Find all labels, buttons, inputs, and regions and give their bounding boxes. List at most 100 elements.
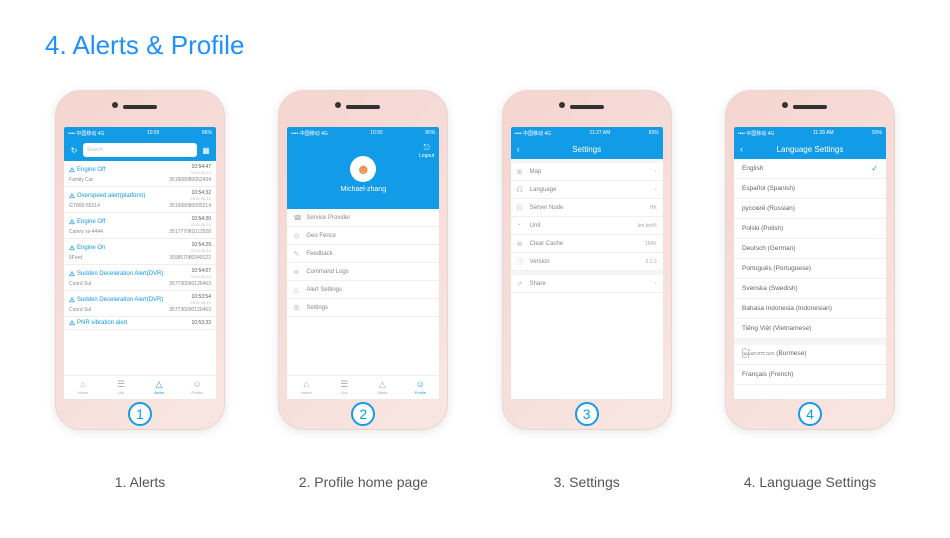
tab-alerts[interactable]: △Alerts xyxy=(363,376,401,399)
alert-id: 351777081012528 xyxy=(169,229,211,235)
language-item[interactable]: English ✓ xyxy=(734,159,886,179)
language-label: Português (Portuguese) xyxy=(742,265,811,272)
search-input[interactable]: Search xyxy=(83,143,197,157)
alert-device: Coord Sul xyxy=(69,281,91,287)
warning-icon xyxy=(69,245,75,251)
back-button[interactable]: ‹ xyxy=(517,144,520,154)
menu-label: Geo Fence xyxy=(306,233,336,239)
warning-icon xyxy=(69,193,75,199)
settings-item[interactable]: ⊡Server NodeHK xyxy=(511,199,663,217)
tab-home[interactable]: ⌂Home xyxy=(287,376,325,399)
language-item[interactable]: Polski (Polish) xyxy=(734,219,886,239)
caption-2: 2. Profile home page xyxy=(299,474,428,490)
language-item[interactable]: Deutsch (German) xyxy=(734,239,886,259)
settings-label: Version xyxy=(530,259,550,265)
nav-title: Language Settings xyxy=(777,145,844,154)
tab-label: List xyxy=(341,390,347,395)
alert-device: 5Ford xyxy=(69,255,82,261)
alert-id: 351608080052434 xyxy=(169,177,211,183)
alert-title: Engine Off xyxy=(77,219,105,225)
menu-item[interactable]: ≣Command Logs xyxy=(287,263,439,281)
tab-label: Alerts xyxy=(154,390,164,395)
tab-icon: △ xyxy=(156,380,163,389)
alert-id: 359857080349122 xyxy=(169,255,211,261)
menu-icon: ⊞ xyxy=(517,168,525,176)
language-label: Français (French) xyxy=(742,371,793,378)
caption-3: 3. Settings xyxy=(554,474,620,490)
language-item[interactable]: Español (Spanish) xyxy=(734,179,886,199)
back-button[interactable]: ‹ xyxy=(740,144,743,154)
settings-item[interactable]: ⊗Clear Cache166K xyxy=(511,235,663,253)
language-item[interactable]: Português (Portuguese) xyxy=(734,259,886,279)
menu-icon: ☊ xyxy=(517,186,525,194)
language-item[interactable]: русский (Russian) xyxy=(734,199,886,219)
tab-home[interactable]: ⌂Home xyxy=(64,376,102,399)
menu-icon: ◎ xyxy=(293,232,301,240)
alert-device: Coord Sul xyxy=(69,307,91,313)
alert-item[interactable]: Engine Off10:54:302019-05-10Camry xs-444… xyxy=(64,213,216,239)
refresh-icon[interactable]: ↻ xyxy=(68,146,80,155)
nav-title: Settings xyxy=(572,145,601,154)
calendar-icon[interactable]: ▦ xyxy=(200,146,212,155)
alert-device: Camry xs-4444 xyxy=(69,229,103,235)
tab-label: Home xyxy=(78,390,89,395)
logout-icon: ⎋ xyxy=(419,143,434,153)
alert-date: 2019-05-10 xyxy=(191,170,211,175)
phone-number-badge: 2 xyxy=(351,402,375,426)
menu-item[interactable]: ✎Feedback xyxy=(287,245,439,263)
language-item[interactable]: Bahasa Indonesia (Indonesian) xyxy=(734,299,886,319)
caption-4: 4. Language Settings xyxy=(744,474,876,490)
avatar[interactable]: ☻ xyxy=(350,156,376,182)
profile-menu: ☎Service Provider ◎ Geo Fence ✎Feedback≣Com… xyxy=(287,209,439,375)
alert-item[interactable]: PNR vibration alert10:53:33 xyxy=(64,317,216,330)
tab-list[interactable]: ☰List xyxy=(325,376,363,399)
alert-item[interactable]: Engine On10:54:292019-05-105Ford35985708… xyxy=(64,239,216,265)
menu-item[interactable]: ☎Service Provider xyxy=(287,209,439,227)
settings-item[interactable]: ⊞Map› xyxy=(511,163,663,181)
tab-profile[interactable]: ☺Profile xyxy=(178,376,216,399)
tab-icon: △ xyxy=(379,380,386,389)
alert-title: Overspeed alert(platform) xyxy=(77,193,145,199)
alert-id: 357730090126463 xyxy=(169,281,211,287)
phone-number-badge: 1 xyxy=(128,402,152,426)
alert-title: Sudden Deceleration Alert(DVR) xyxy=(77,271,163,277)
settings-item[interactable]: ↗Share› xyxy=(511,275,663,293)
menu-icon: ⊡ xyxy=(517,204,525,212)
language-label: English xyxy=(742,165,763,172)
chevron-right-icon: › xyxy=(655,281,657,287)
nav-bar: ‹ Settings xyxy=(511,139,663,159)
settings-label: Share xyxy=(530,281,546,287)
alert-item[interactable]: Sudden Deceleration Alert(DVR)10:54:0720… xyxy=(64,265,216,291)
settings-item[interactable]: ⓘ Version 3.2.3 xyxy=(511,253,663,271)
menu-icon: ◔ xyxy=(517,222,525,229)
phones-row: •••• 中国移动 4G 10:55 86% ↻ Search ▦ Engine… xyxy=(45,90,905,490)
menu-icon: ⓘ xyxy=(517,257,525,267)
alert-item[interactable]: Sudden Deceleration Alert(DVR)10:53:5420… xyxy=(64,291,216,317)
alert-date: 2019-05-10 xyxy=(191,274,211,279)
language-item[interactable]: Tiếng Việt (Vietnamese) xyxy=(734,319,886,339)
section-title: 4. Alerts & Profile xyxy=(45,30,244,61)
tab-alerts[interactable]: △Alerts xyxy=(140,376,178,399)
alert-title: Sudden Deceleration Alert(DVR) xyxy=(77,297,163,303)
language-item[interactable]: Svenska (Swedish) xyxy=(734,279,886,299)
alert-date: 2019-05-10 xyxy=(191,222,211,227)
menu-item[interactable]: △Alert Settings xyxy=(287,281,439,299)
caption-1: 1. Alerts xyxy=(115,474,166,490)
alert-time: 10:53:33 xyxy=(192,320,211,326)
alert-item[interactable]: Engine Off10:54:472019-05-10Family Car35… xyxy=(64,161,216,187)
language-item[interactable]: Français (French) xyxy=(734,365,886,385)
check-icon: ✓ xyxy=(871,164,878,173)
menu-label: Service Provider xyxy=(306,215,350,221)
settings-item[interactable]: ☊Language› xyxy=(511,181,663,199)
settings-value: 3.2.3 xyxy=(646,259,657,265)
alert-item[interactable]: Overspeed alert(platform)10:54:322019-05… xyxy=(64,187,216,213)
alerts-list: Engine Off10:54:472019-05-10Family Car35… xyxy=(64,161,216,375)
tab-list[interactable]: ☰List xyxy=(102,376,140,399)
menu-item[interactable]: ⚙Settings xyxy=(287,299,439,317)
alert-device: Family Car xyxy=(69,177,93,183)
language-item[interactable]: မြန်မာဘာသာ (Burmese) xyxy=(734,345,886,365)
logout-button[interactable]: ⎋ Logout xyxy=(419,143,434,159)
settings-item[interactable]: ◔Unitkm,km/h xyxy=(511,217,663,235)
tab-profile[interactable]: ☺Profile xyxy=(401,376,439,399)
menu-item[interactable]: ◎ Geo Fence xyxy=(287,227,439,245)
